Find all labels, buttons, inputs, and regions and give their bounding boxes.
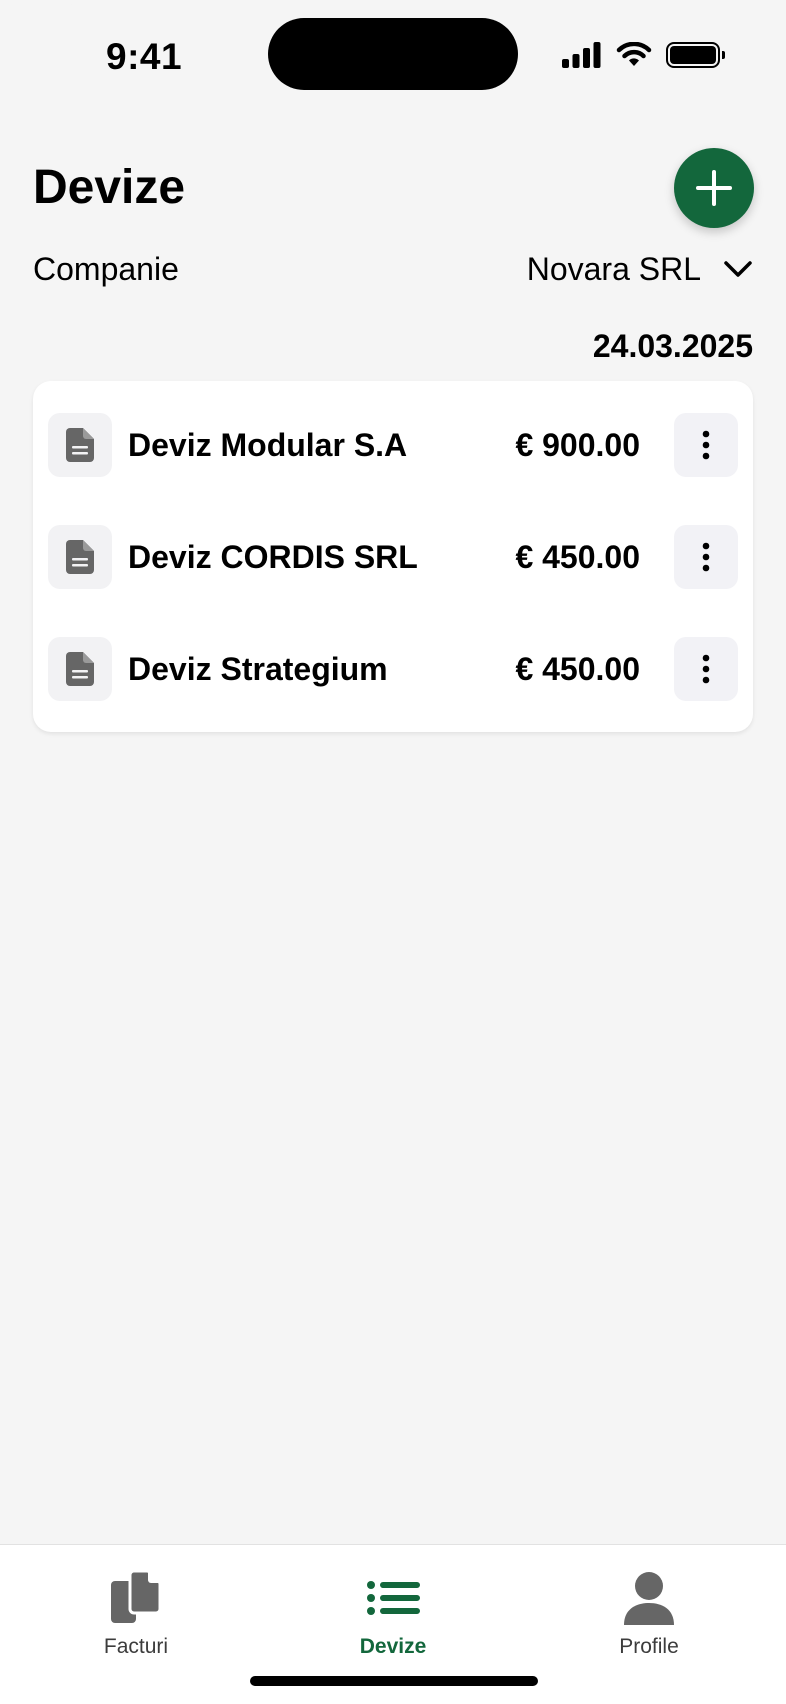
estimates-list: Deviz Modular S.A € 900.00 Deviz CORDIS … [33, 381, 753, 732]
more-options-button[interactable] [674, 637, 738, 701]
tab-devize[interactable]: Devize [313, 1569, 473, 1659]
status-time: 9:41 [106, 36, 183, 77]
tab-profile[interactable]: Profile [569, 1569, 729, 1659]
tab-label: Profile [619, 1635, 679, 1658]
list-item[interactable]: Deviz Modular S.A € 900.00 [33, 412, 753, 478]
cellular-signal-icon [562, 42, 601, 68]
more-vertical-icon [702, 430, 710, 460]
date-label: 24.03.2025 [592, 328, 753, 364]
document-icon [48, 525, 112, 589]
status-bar: 9:41 [0, 0, 786, 100]
list-item[interactable]: Deviz CORDIS SRL € 450.00 [33, 524, 753, 590]
devize-screen: 9:41 Devize Companie Novara SRL 24.03.20… [0, 0, 786, 1704]
item-name: Deviz CORDIS SRL [128, 538, 418, 575]
item-amount: € 450.00 [515, 538, 640, 575]
company-label: Companie [33, 250, 179, 287]
dynamic-island [268, 18, 518, 90]
person-icon [624, 1572, 674, 1625]
list-icon [367, 1581, 420, 1615]
tab-label: Facturi [103, 1635, 169, 1658]
chevron-down-icon [724, 261, 752, 277]
document-icon [48, 637, 112, 701]
more-vertical-icon [702, 542, 710, 572]
add-estimate-button[interactable] [674, 148, 754, 228]
battery-icon [666, 42, 725, 68]
more-options-button[interactable] [674, 525, 738, 589]
status-icons [562, 42, 725, 68]
item-amount: € 900.00 [515, 426, 640, 463]
list-item[interactable]: Deviz Strategium € 450.00 [33, 636, 753, 702]
item-name: Deviz Modular S.A [128, 426, 408, 463]
document-icon [48, 413, 112, 477]
wifi-icon [616, 42, 652, 66]
page-title: Devize [33, 161, 186, 214]
item-name: Deviz Strategium [128, 650, 388, 687]
more-vertical-icon [702, 654, 710, 684]
home-indicator [250, 1676, 538, 1686]
company-row: Companie Novara SRL [33, 246, 753, 292]
documents-icon [111, 1569, 162, 1623]
company-selected-value: Novara SRL [526, 250, 701, 287]
company-dropdown[interactable]: Novara SRL [527, 251, 753, 288]
tab-label: Devize [359, 1635, 427, 1658]
tab-facturi[interactable]: Facturi [56, 1569, 216, 1659]
plus-icon [696, 170, 732, 206]
more-options-button[interactable] [674, 413, 738, 477]
item-amount: € 450.00 [515, 650, 640, 687]
